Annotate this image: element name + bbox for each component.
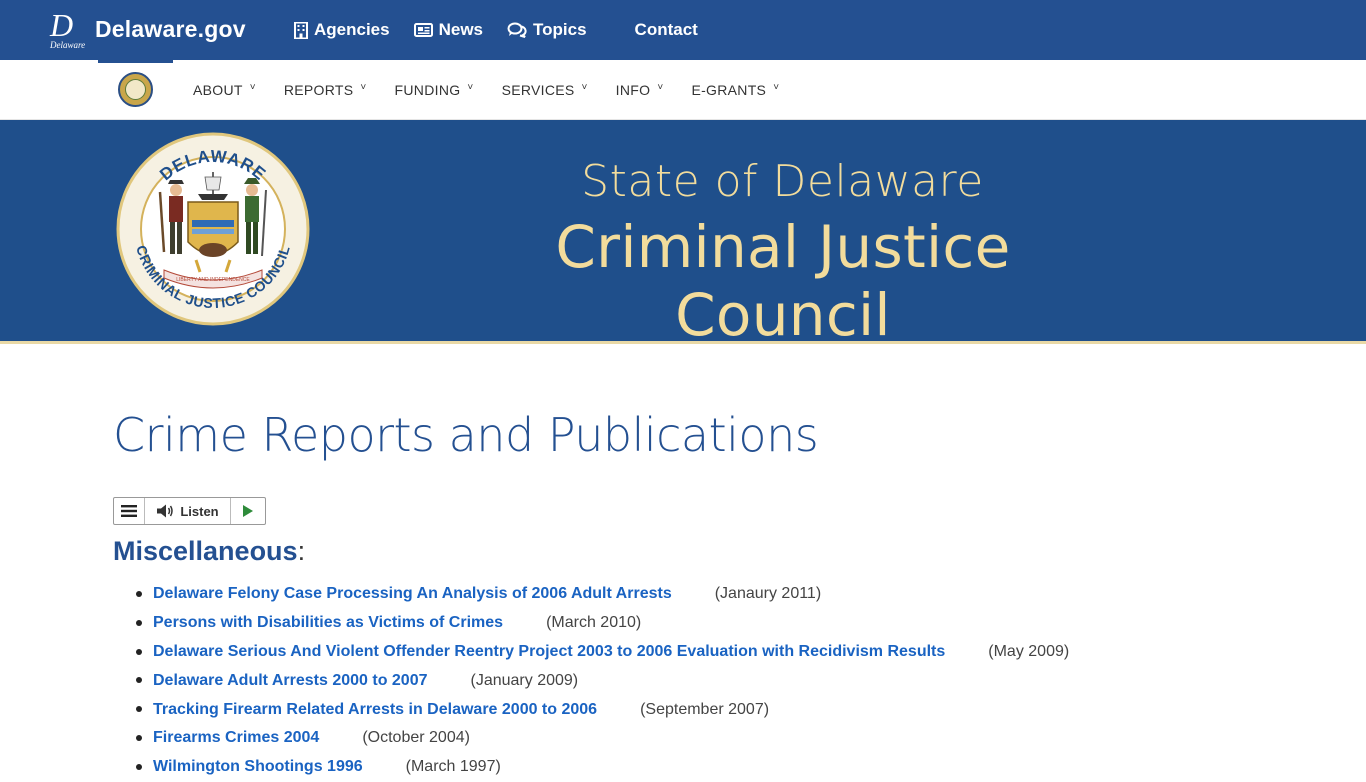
chevron-down-icon: ˅ bbox=[467, 81, 474, 93]
list-item: Wilmington Shootings 1996 (March 1997) bbox=[135, 753, 1069, 782]
page-title: Crime Reports and Publications bbox=[113, 408, 819, 462]
nav-news-label: News bbox=[438, 20, 484, 39]
nav-contact-label: Contact bbox=[634, 20, 698, 39]
gov-nav: Agencies News Topics Contact bbox=[294, 0, 722, 60]
readspeaker-widget: Listen bbox=[113, 497, 266, 525]
menu-e-grants-label: E-GRANTS bbox=[691, 82, 767, 98]
nav-topics-label: Topics bbox=[533, 20, 587, 39]
menu-services-label: SERVICES bbox=[501, 82, 575, 98]
delaware-d-caption: Delaware bbox=[50, 40, 86, 50]
list-item: Delaware Adult Arrests 2000 to 2007 (Janu… bbox=[135, 666, 1069, 695]
seal-ribbon-text: LIBERTY AND INDEPENDENCE bbox=[176, 277, 250, 283]
nav-agencies-label: Agencies bbox=[314, 20, 390, 39]
speaker-icon bbox=[157, 504, 174, 518]
report-date: (March 1997) bbox=[405, 758, 501, 776]
banner-subtitle: State of Delaware bbox=[581, 156, 984, 207]
section-heading-text: Miscellaneous bbox=[113, 536, 298, 566]
section-heading-colon: : bbox=[297, 536, 306, 566]
hamburger-menu-icon bbox=[121, 505, 137, 517]
report-list: Delaware Felony Case Processing An Analy… bbox=[135, 580, 1070, 782]
list-item: Firearms Crimes 2004 (October 2004) bbox=[135, 724, 1069, 753]
chevron-down-icon: ˅ bbox=[360, 81, 367, 93]
delaware-gov-logo[interactable]: D Delaware Delaware.gov bbox=[50, 7, 260, 52]
report-link[interactable]: Delaware Felony Case Processing An Analy… bbox=[153, 585, 672, 603]
menu-e-grants[interactable]: E-GRANTS ˅ bbox=[691, 81, 780, 99]
report-link[interactable]: Delaware Serious And Violent Offender Re… bbox=[153, 643, 945, 661]
nav-contact[interactable]: Contact bbox=[635, 20, 698, 40]
report-date: (Janaury 2011) bbox=[714, 585, 822, 603]
agency-menu: ABOUT ˅ REPORTS ˅ FUNDING ˅ SERVICES ˅ INFO ˅… bbox=[193, 60, 807, 120]
menu-reports-label: REPORTS bbox=[283, 82, 354, 98]
delaware-d-mark: D bbox=[50, 7, 74, 43]
section-heading-miscellaneous: Miscellaneous: bbox=[113, 536, 305, 567]
menu-info[interactable]: INFO ˅ bbox=[615, 81, 664, 99]
nav-agencies[interactable]: Agencies bbox=[294, 20, 390, 40]
play-button[interactable] bbox=[231, 498, 265, 524]
chevron-down-icon: ˅ bbox=[657, 81, 664, 93]
report-link[interactable]: Wilmington Shootings 1996 bbox=[153, 758, 363, 776]
list-item: Tracking Firearm Related Arrests in Dela… bbox=[135, 695, 1069, 724]
readspeaker-menu-button[interactable] bbox=[114, 498, 145, 524]
play-icon bbox=[243, 505, 253, 517]
report-date: (January 2009) bbox=[470, 671, 579, 689]
menu-funding-label: FUNDING bbox=[394, 82, 461, 98]
criminal-justice-council-seal-icon: DELAWARE CRIMINAL JUSTICE COUNCIL LIBERT… bbox=[116, 132, 310, 326]
report-link[interactable]: Persons with Disabilities as Victims of … bbox=[153, 614, 503, 632]
listen-label: Listen bbox=[180, 503, 219, 519]
report-link[interactable]: Firearms Crimes 2004 bbox=[153, 729, 319, 747]
menu-info-label: INFO bbox=[615, 82, 651, 98]
chevron-down-icon: ˅ bbox=[581, 81, 588, 93]
chat-bubbles-icon bbox=[507, 22, 527, 38]
banner-title: Criminal Justice Council bbox=[555, 213, 1011, 349]
listen-button[interactable]: Listen bbox=[145, 498, 231, 524]
gov-top-bar: D Delaware Delaware.gov Agencies News To… bbox=[0, 0, 1366, 60]
chevron-down-icon: ˅ bbox=[249, 81, 256, 93]
menu-services[interactable]: SERVICES ˅ bbox=[501, 81, 588, 99]
seal-inner bbox=[125, 79, 146, 100]
active-indicator bbox=[98, 60, 173, 63]
menu-funding[interactable]: FUNDING ˅ bbox=[394, 81, 474, 99]
delaware-gov-text: Delaware.gov bbox=[95, 16, 246, 42]
menu-about-label: ABOUT bbox=[193, 82, 243, 98]
report-date: (May 2009) bbox=[988, 642, 1070, 660]
report-date: (October 2004) bbox=[362, 729, 470, 747]
building-icon bbox=[294, 21, 308, 39]
menu-reports[interactable]: REPORTS ˅ bbox=[283, 81, 367, 99]
agency-home-seal-icon[interactable] bbox=[118, 72, 153, 107]
menu-about[interactable]: ABOUT ˅ bbox=[193, 81, 256, 99]
nav-news[interactable]: News bbox=[413, 20, 484, 40]
list-item: Delaware Felony Case Processing An Analy… bbox=[135, 580, 1069, 609]
list-item: Persons with Disabilities as Victims of … bbox=[135, 609, 1069, 638]
report-link[interactable]: Tracking Firearm Related Arrests in Dela… bbox=[153, 701, 597, 719]
report-date: (September 2007) bbox=[640, 700, 770, 718]
nav-topics[interactable]: Topics bbox=[507, 20, 587, 40]
report-link[interactable]: Delaware Adult Arrests 2000 to 2007 bbox=[153, 672, 428, 690]
list-item: Delaware Serious And Violent Offender Re… bbox=[135, 638, 1070, 667]
chevron-down-icon: ˅ bbox=[773, 81, 780, 93]
report-date: (March 2010) bbox=[546, 614, 642, 632]
newspaper-icon bbox=[413, 23, 433, 37]
